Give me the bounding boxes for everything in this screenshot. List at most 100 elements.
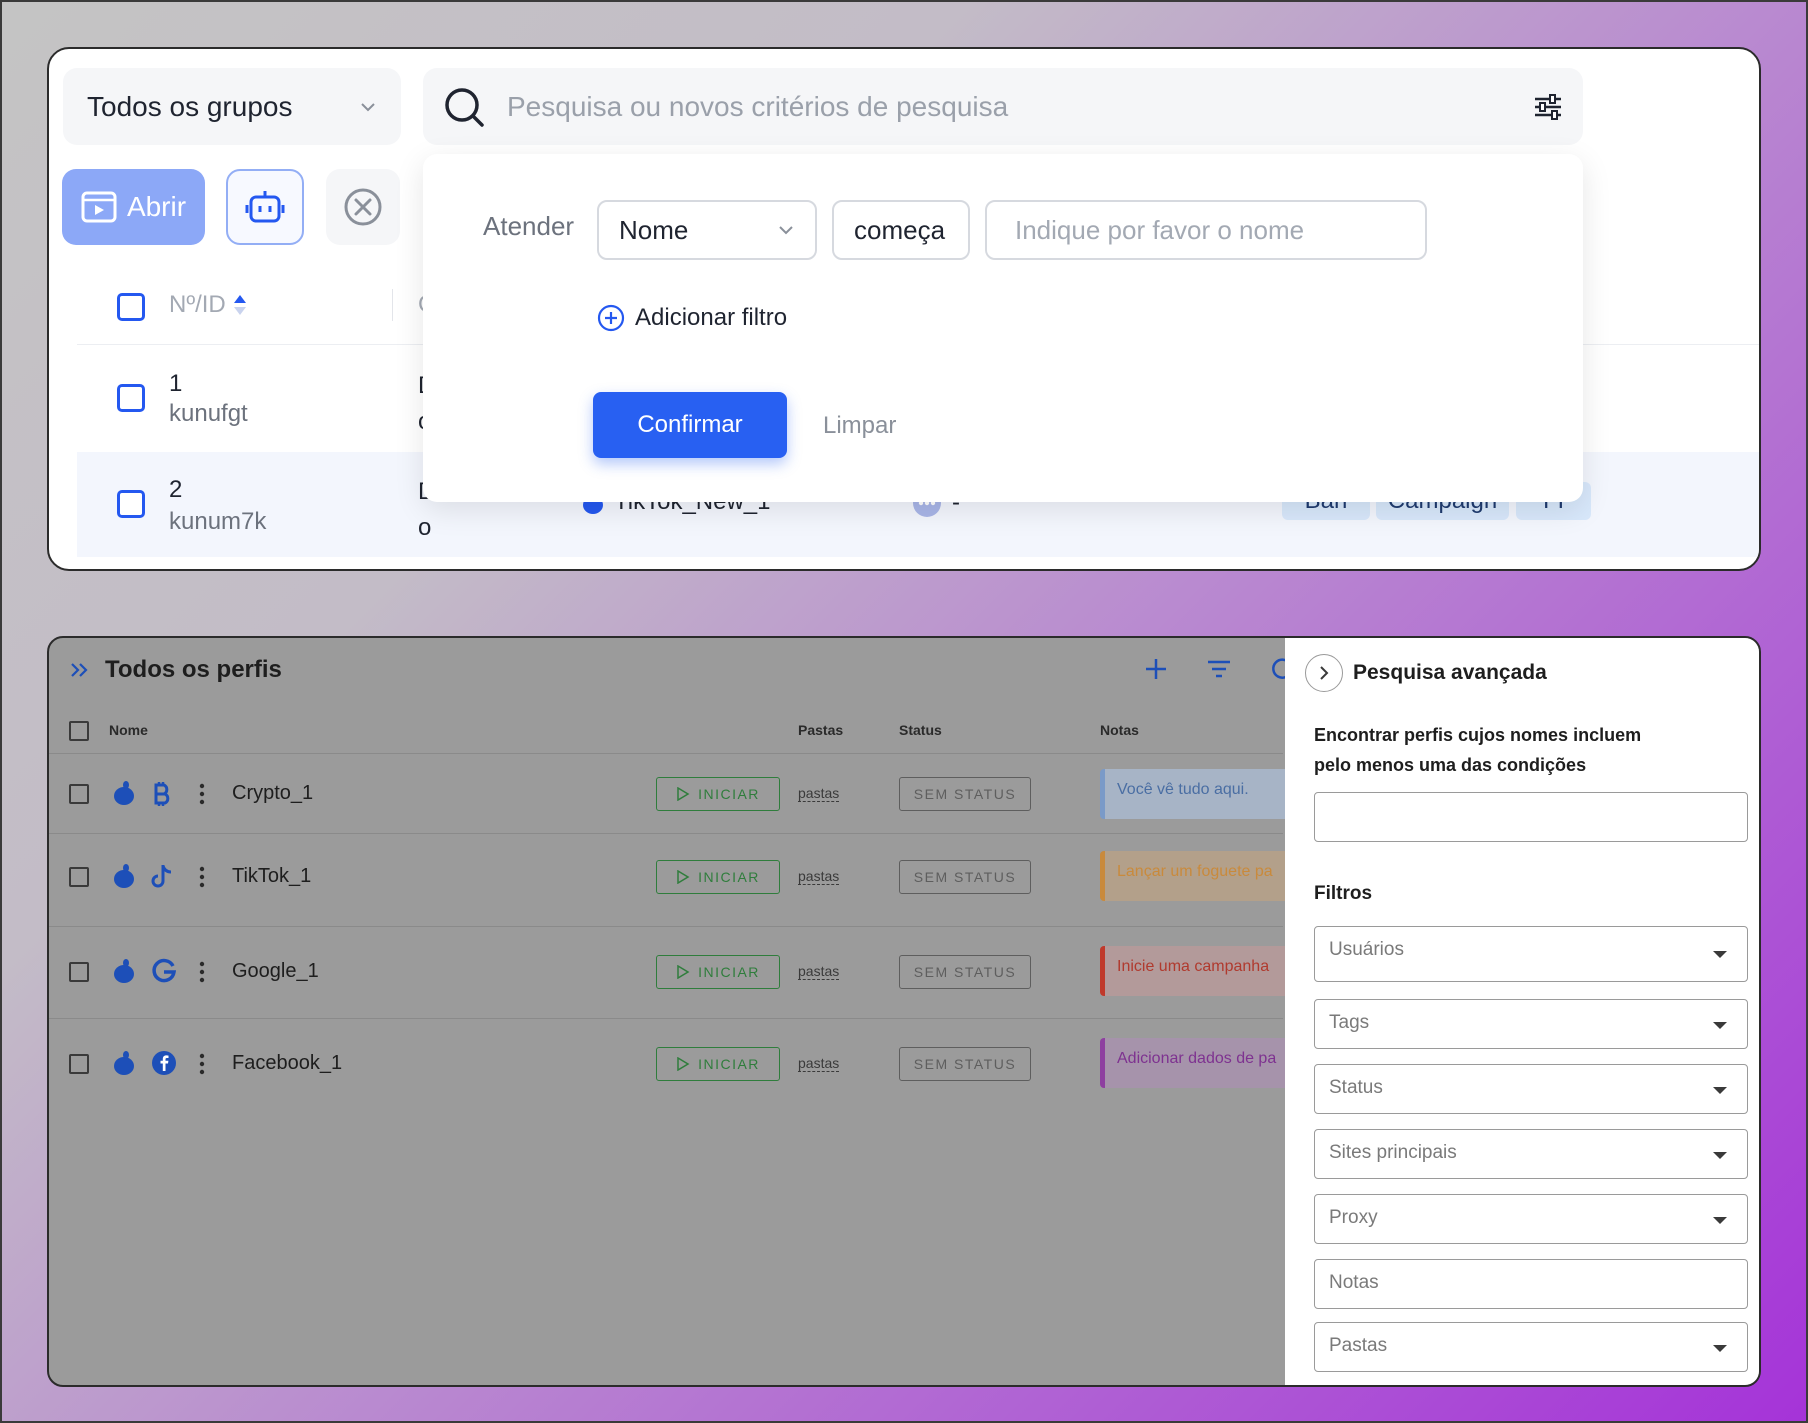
status-badge[interactable]: SEM STATUS	[899, 860, 1031, 894]
note-chip[interactable]: Inicie uma campanha	[1100, 946, 1290, 996]
filter-field-value: Nome	[619, 214, 689, 245]
apple-icon	[114, 781, 134, 805]
start-button-label: INICIAR	[698, 964, 760, 980]
more-vertical-icon[interactable]	[199, 865, 205, 889]
apple-icon	[114, 864, 134, 888]
filter-icon[interactable]	[1205, 656, 1233, 682]
row-checkbox[interactable]	[69, 1054, 89, 1074]
facebook-icon	[152, 1051, 176, 1075]
robot-icon	[245, 191, 285, 223]
group-select[interactable]: Todos os grupos	[63, 68, 401, 145]
panel-title-text: Todos os perfis	[105, 656, 282, 683]
note-chip[interactable]: Adicionar dados de pa	[1100, 1038, 1290, 1088]
row-checkbox[interactable]	[117, 384, 145, 412]
start-button-label: INICIAR	[698, 1056, 760, 1072]
column-header-folders: Pastas	[798, 722, 844, 738]
main-sites-select[interactable]: Sites principais	[1314, 1129, 1748, 1179]
start-button[interactable]: INICIAR	[656, 777, 780, 811]
folders-select-label: Pastas	[1329, 1335, 1388, 1356]
column-divider	[392, 289, 393, 321]
start-button[interactable]: INICIAR	[656, 860, 780, 894]
double-chevron-right-icon[interactable]	[69, 660, 91, 680]
chevron-down-icon	[779, 226, 793, 235]
folders-select[interactable]: Pastas	[1314, 1322, 1748, 1372]
search-placeholder: Pesquisa ou novos critérios de pesquisa	[507, 90, 1009, 122]
chevron-right-icon	[1320, 666, 1329, 680]
select-all-checkbox[interactable]	[69, 721, 89, 741]
filter-value-input[interactable]: Indique por favor o nome	[985, 200, 1427, 260]
select-all-checkbox[interactable]	[117, 293, 145, 321]
list-item[interactable]: Crypto_1 INICIAR pastas SEM STATUS Você …	[49, 755, 1290, 834]
automation-button[interactable]	[226, 169, 304, 245]
filter-operator-value: começa	[854, 214, 946, 245]
users-select[interactable]: Usuários	[1314, 926, 1748, 982]
profile-name: Crypto_1	[232, 782, 314, 804]
note-chip[interactable]: Você vê tudo aqui.	[1100, 769, 1290, 819]
start-button-label: INICIAR	[698, 869, 760, 885]
status-select-label: Status	[1329, 1077, 1383, 1098]
advanced-search-panel: Pesquisa avançada Encontrar perfis cujos…	[1285, 638, 1759, 1385]
status-badge[interactable]: SEM STATUS	[899, 1047, 1031, 1081]
search-icon	[445, 87, 484, 127]
note-chip[interactable]: Lançar um foguete pa	[1100, 851, 1290, 901]
add-icon[interactable]	[1143, 656, 1169, 682]
list-item[interactable]: Facebook_1 INICIAR pastas SEM STATUS Adi…	[49, 1020, 1290, 1099]
start-button[interactable]: INICIAR	[656, 1047, 780, 1081]
play-icon	[677, 1057, 690, 1071]
search-bar[interactable]: Pesquisa ou novos critérios de pesquisa	[423, 68, 1583, 145]
column-header-notes: Notas	[1100, 722, 1139, 738]
main-sites-select-label: Sites principais	[1329, 1142, 1457, 1163]
row-checkbox[interactable]	[117, 490, 145, 518]
close-button[interactable]	[326, 169, 400, 245]
start-button-label: INICIAR	[698, 786, 760, 802]
column-header-name: Nome	[109, 722, 148, 738]
list-item[interactable]: Google_1 INICIAR pastas SEM STATUS Inici…	[49, 928, 1290, 1019]
confirm-button[interactable]: Confirmar	[593, 392, 787, 458]
column-header-id[interactable]: Nº/ID	[169, 291, 248, 319]
status-badge[interactable]: SEM STATUS	[899, 955, 1031, 989]
proxy-select[interactable]: Proxy	[1314, 1194, 1748, 1244]
status-select[interactable]: Status	[1314, 1064, 1748, 1114]
profiles-table-panel: Todos os grupos Pesquisa ou novos critér…	[47, 47, 1761, 571]
column-header-id-label: Nº/ID	[169, 291, 226, 318]
folders-link[interactable]: pastas	[798, 785, 840, 802]
apple-icon	[114, 959, 134, 983]
filter-field-select[interactable]: Nome	[597, 200, 817, 260]
open-button[interactable]: Abrir	[62, 169, 205, 245]
folders-link[interactable]: pastas	[798, 963, 840, 980]
collapse-panel-button[interactable]	[1305, 654, 1343, 692]
more-vertical-icon[interactable]	[199, 782, 205, 806]
row-checkbox[interactable]	[69, 784, 89, 804]
profile-name: Google_1	[232, 960, 319, 982]
folders-link[interactable]: pastas	[798, 868, 840, 885]
more-vertical-icon[interactable]	[199, 960, 205, 984]
row-group-line2: o	[418, 514, 432, 541]
play-icon	[677, 965, 690, 979]
row-checkbox[interactable]	[69, 867, 89, 887]
start-button[interactable]: INICIAR	[656, 955, 780, 989]
add-filter-button[interactable]: Adicionar filtro	[597, 304, 787, 332]
list-item[interactable]: TikTok_1 INICIAR pastas SEM STATUS Lança…	[49, 835, 1290, 927]
panel-title: Todos os perfis	[69, 656, 282, 684]
notes-input[interactable]: Notas	[1314, 1259, 1748, 1309]
sort-icon[interactable]	[232, 293, 248, 317]
close-circle-icon	[344, 188, 382, 226]
tags-select[interactable]: Tags	[1314, 999, 1748, 1049]
clear-button[interactable]: Limpar	[823, 412, 896, 440]
filters-heading: Filtros	[1314, 883, 1373, 904]
row-number: 1	[169, 370, 183, 397]
status-badge[interactable]: SEM STATUS	[899, 777, 1031, 811]
dropdown-caret-icon	[1713, 1217, 1727, 1224]
name-conditions-input[interactable]	[1314, 792, 1748, 842]
tags-select-label: Tags	[1329, 1012, 1370, 1033]
dropdown-caret-icon	[1713, 1087, 1727, 1094]
notes-input-placeholder: Notas	[1329, 1272, 1379, 1293]
more-vertical-icon[interactable]	[199, 1052, 205, 1076]
play-icon	[677, 870, 690, 884]
filter-operator-select[interactable]: começa	[832, 200, 970, 260]
folders-link[interactable]: pastas	[798, 1055, 840, 1072]
play-icon	[677, 787, 690, 801]
filter-settings-icon[interactable]	[1533, 92, 1563, 122]
profile-name: TikTok_1	[232, 865, 312, 887]
row-checkbox[interactable]	[69, 962, 89, 982]
